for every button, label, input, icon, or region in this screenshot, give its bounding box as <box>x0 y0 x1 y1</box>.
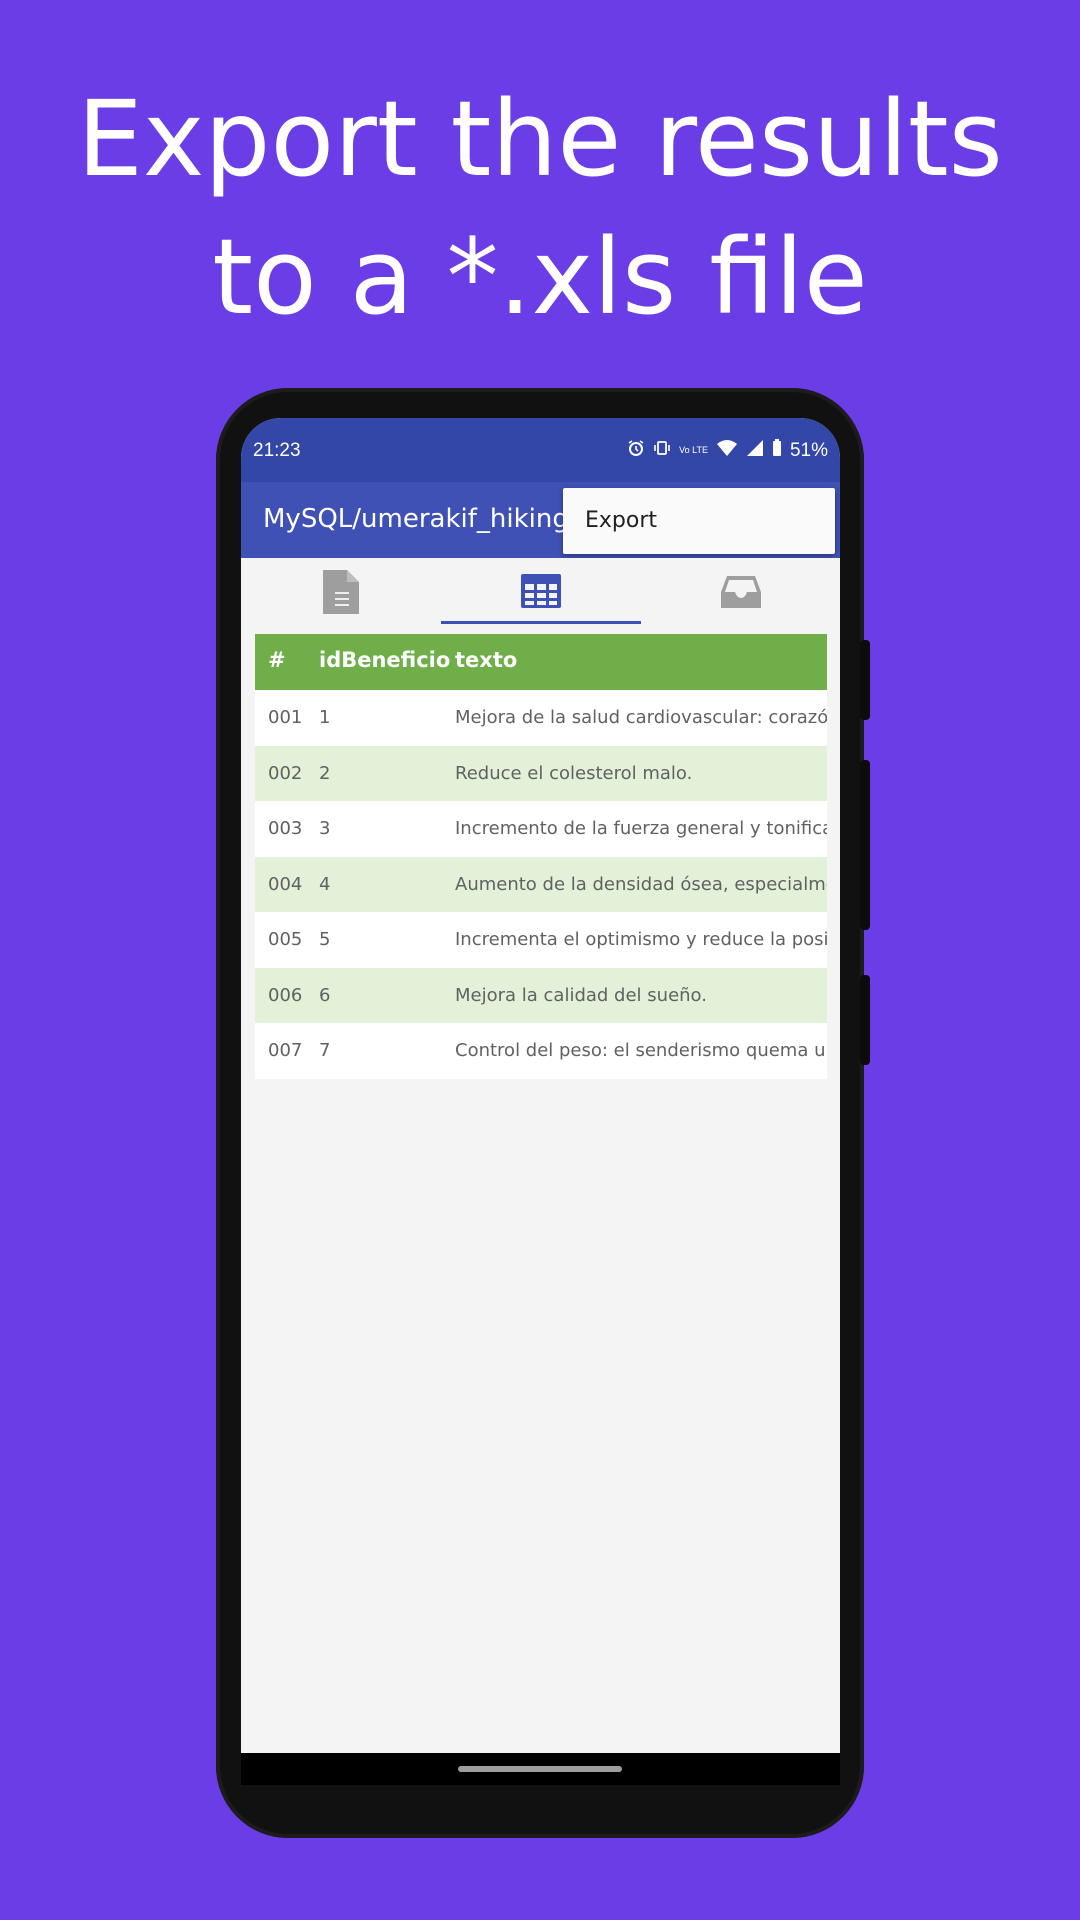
cell-index: 006 <box>268 984 303 1006</box>
cell-texto: Incrementa el optimismo y reduce la posi… <box>455 929 827 950</box>
headline-line-2: to a *.xls file <box>212 216 868 338</box>
table-row[interactable]: 001 1 Mejora de la salud cardiovascular:… <box>255 690 827 746</box>
table-row[interactable]: 003 3 Incremento de la fuerza general y … <box>255 801 827 857</box>
table-row[interactable]: 006 6 Mejora la calidad del sueño. <box>255 967 827 1023</box>
table-row[interactable]: 005 5 Incrementa el optimismo y reduce l… <box>255 912 827 968</box>
cell-texto: Mejora la calidad del sueño. <box>455 984 707 1006</box>
cell-texto: Control del peso: el senderismo quema un <box>455 1040 827 1061</box>
phone-power-button <box>860 975 870 1065</box>
cell-idbeneficio: 1 <box>319 707 331 728</box>
alarm-icon <box>627 439 645 462</box>
cell-texto: Reduce el colesterol malo. <box>455 762 693 784</box>
cell-idbeneficio: 4 <box>319 873 331 895</box>
table-header: # idBeneficio texto <box>255 634 827 690</box>
inbox-icon <box>721 576 761 608</box>
cell-index: 002 <box>268 762 303 784</box>
cell-texto: Aumento de la densidad ósea, especialme <box>455 873 827 895</box>
table-row[interactable]: 007 7 Control del peso: el senderismo qu… <box>255 1023 827 1079</box>
phone-screen: 21:23 Vo LTE 51% MySQL/umerakif_hiking E… <box>241 418 840 1753</box>
tab-bar <box>241 558 840 626</box>
column-header-idbeneficio[interactable]: idBeneficio <box>319 648 450 672</box>
tab-results[interactable] <box>441 558 641 626</box>
results-table: # idBeneficio texto 001 1 Mejora de la s… <box>255 634 827 1079</box>
column-header-texto[interactable]: texto <box>455 648 517 672</box>
table-row[interactable]: 004 4 Aumento de la densidad ósea, espec… <box>255 856 827 912</box>
signal-icon <box>746 439 764 462</box>
battery-percent: 51% <box>789 439 828 461</box>
cell-index: 004 <box>268 873 303 895</box>
document-icon <box>323 570 359 614</box>
cell-idbeneficio: 5 <box>319 929 331 950</box>
cell-idbeneficio: 7 <box>319 1040 331 1061</box>
cell-idbeneficio: 6 <box>319 984 331 1006</box>
overflow-menu-popup: Export <box>563 488 835 554</box>
cell-idbeneficio: 3 <box>319 818 331 839</box>
promo-headline: Export the results to a *.xls file <box>0 70 1080 346</box>
table-icon <box>521 574 561 608</box>
cell-idbeneficio: 2 <box>319 762 331 784</box>
tab-query[interactable] <box>241 558 441 626</box>
tab-indicator <box>441 621 641 624</box>
wifi-icon <box>716 439 738 462</box>
phone-side-button <box>860 640 870 720</box>
cell-index: 007 <box>268 1040 303 1061</box>
headline-line-1: Export the results <box>77 78 1003 200</box>
cell-texto: Mejora de la salud cardiovascular: coraz… <box>455 707 827 728</box>
table-row[interactable]: 002 2 Reduce el colesterol malo. <box>255 745 827 801</box>
cell-texto: Incremento de la fuerza general y tonifi… <box>455 818 827 839</box>
volte-icon: Vo LTE <box>679 445 708 455</box>
status-bar: 21:23 Vo LTE 51% <box>241 418 840 482</box>
cell-index: 005 <box>268 929 303 950</box>
status-icons: Vo LTE 51% <box>627 439 828 462</box>
menu-item-export[interactable]: Export <box>585 508 657 533</box>
cell-index: 003 <box>268 818 303 839</box>
app-bar-title: MySQL/umerakif_hiking <box>263 504 569 534</box>
tab-messages[interactable] <box>641 558 840 626</box>
home-gesture-handle[interactable] <box>458 1766 622 1772</box>
cell-index: 001 <box>268 707 303 728</box>
battery-icon <box>772 439 782 462</box>
column-header-index[interactable]: # <box>268 648 286 672</box>
phone-volume-button <box>860 760 870 930</box>
status-time: 21:23 <box>253 440 301 461</box>
vibrate-icon <box>653 439 671 462</box>
